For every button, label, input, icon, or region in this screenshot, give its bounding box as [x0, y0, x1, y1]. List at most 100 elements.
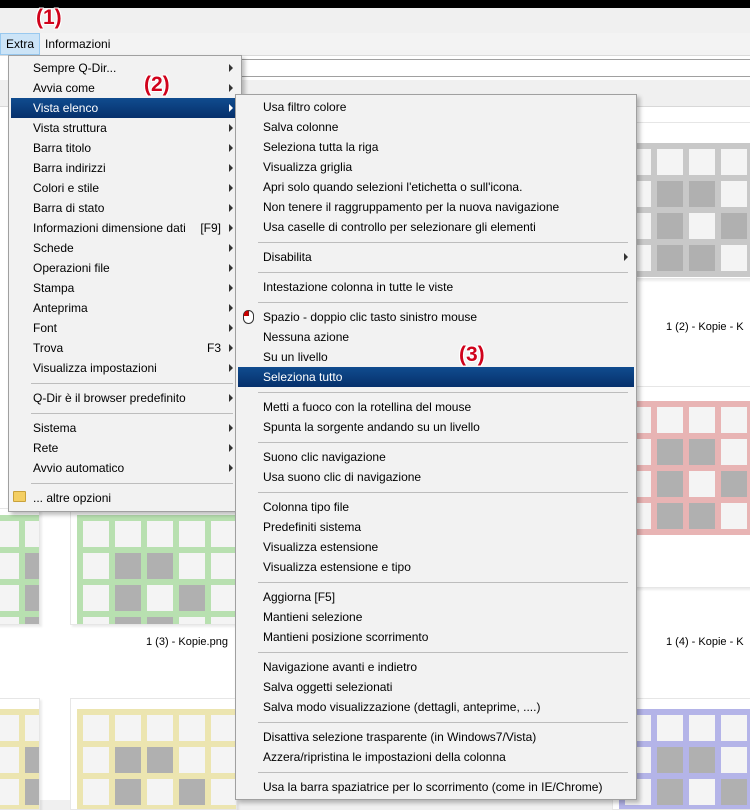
menu-item-label: Visualizza estensione — [263, 540, 379, 554]
menu-item-informazioni-dimensione-dati[interactable]: Informazioni dimensione dati [F9] — [11, 218, 239, 238]
menu-item-label: Spazio - doppio clic tasto sinistro mous… — [263, 310, 478, 324]
menu-item-salva-modo-visualizzazione-dettagli-ante[interactable]: Salva modo visualizzazione (dettagli, an… — [238, 697, 634, 717]
chevron-right-icon — [229, 264, 233, 272]
chevron-right-icon — [229, 184, 233, 192]
menu-informazioni-label: Informazioni — [45, 37, 111, 51]
menu-item-trova[interactable]: Trova F3 — [11, 338, 239, 358]
menu-item-predefiniti-sistema[interactable]: Predefiniti sistema — [238, 517, 634, 537]
menu-item-label: Mantieni selezione — [263, 610, 363, 624]
menu-item-intestazione-colonna-in-tutte-le-viste[interactable]: Intestazione colonna in tutte le viste — [238, 277, 634, 297]
menu-item-nessuna-azione[interactable]: Nessuna azione — [238, 327, 634, 347]
menu-extra-label: Extra — [6, 37, 35, 51]
menu-item-operazioni-file[interactable]: Operazioni file — [11, 258, 239, 278]
menu-item-colori-e-stile[interactable]: Colori e stile — [11, 178, 239, 198]
menu-item-label: Vista struttura — [33, 121, 107, 135]
menu-item-sistema[interactable]: Sistema — [11, 418, 239, 438]
menu-separator — [258, 442, 628, 443]
menu-item-label: Q-Dir è il browser predefinito — [33, 391, 186, 405]
menu-item-spazio-doppio-clic-tasto-sinistro-mouse[interactable]: Spazio - doppio clic tasto sinistro mous… — [238, 307, 634, 327]
menu-item-barra-di-stato[interactable]: Barra di stato — [11, 198, 239, 218]
menu-item-font[interactable]: Font — [11, 318, 239, 338]
chevron-right-icon — [229, 324, 233, 332]
menu-item-spunta-la-sorgente-andando-su-un-livello[interactable]: Spunta la sorgente andando su un livello — [238, 417, 634, 437]
chevron-right-icon — [229, 304, 233, 312]
menu-item-label: ... altre opzioni — [33, 491, 112, 505]
menu-item-visualizza-estensione[interactable]: Visualizza estensione — [238, 537, 634, 557]
image-thumbnail[interactable] — [70, 508, 237, 625]
menu-item-schede[interactable]: Schede — [11, 238, 239, 258]
menu-item-visualizza-griglia[interactable]: Visualizza griglia — [238, 157, 634, 177]
menu-separator — [258, 772, 628, 773]
menu-item-suono-clic-navigazione[interactable]: Suono clic navigazione — [238, 447, 634, 467]
menu-item-anteprima[interactable]: Anteprima — [11, 298, 239, 318]
menu-item-label: Predefiniti sistema — [263, 520, 362, 534]
menu-item-visualizza-estensione-e-tipo[interactable]: Visualizza estensione e tipo — [238, 557, 634, 577]
menu-item-sempre-q-dir[interactable]: Sempre Q-Dir... — [11, 58, 239, 78]
menu-item-label: Anteprima — [33, 301, 88, 315]
menu-item-label: Azzera/ripristina le impostazioni della … — [263, 750, 506, 764]
file-caption[interactable]: 1 (4) - Kopie - K — [666, 636, 744, 648]
menu-item-visualizza-impostazioni[interactable]: Visualizza impostazioni — [11, 358, 239, 378]
menu-item-avvia-come[interactable]: Avvia come — [11, 78, 239, 98]
menu-separator — [258, 492, 628, 493]
chevron-right-icon — [229, 394, 233, 402]
menu-item-non-tenere-il-raggruppamento-per-la-nuov[interactable]: Non tenere il raggruppamento per la nuov… — [238, 197, 634, 217]
image-thumbnail[interactable] — [0, 698, 40, 810]
menu-informazioni[interactable]: Informazioni — [40, 33, 115, 55]
menu-item-azzera-ripristina-le-impostazioni-della-[interactable]: Azzera/ripristina le impostazioni della … — [238, 747, 634, 767]
chevron-right-icon — [229, 104, 233, 112]
menu-item-q-dir-il-browser-predefinito[interactable]: Q-Dir è il browser predefinito — [11, 388, 239, 408]
menu-item-label: Visualizza griglia — [263, 160, 353, 174]
menu-item-rete[interactable]: Rete — [11, 438, 239, 458]
file-caption[interactable]: 1 (3) - Kopie.png — [146, 636, 228, 648]
image-thumbnail[interactable] — [70, 698, 237, 810]
menu-item-aggiorna-f5[interactable]: Aggiorna [F5] — [238, 587, 634, 607]
menu-item-altre-opzioni[interactable]: ... altre opzioni — [11, 488, 239, 508]
menu-item-label: Disabilita — [263, 250, 312, 264]
menu-item-label: Barra di stato — [33, 201, 105, 215]
image-thumbnail[interactable] — [0, 508, 40, 625]
chevron-right-icon — [229, 444, 233, 452]
menu-item-usa-caselle-di-controllo-per-selezionare[interactable]: Usa caselle di controllo per selezionare… — [238, 217, 634, 237]
menu-item-seleziona-tutta-la-riga[interactable]: Seleziona tutta la riga — [238, 137, 634, 157]
menu-item-vista-elenco[interactable]: Vista elenco — [11, 98, 239, 118]
menu-item-avvio-automatico[interactable]: Avvio automatico — [11, 458, 239, 478]
menu-item-label: Seleziona tutto — [263, 370, 343, 384]
chevron-right-icon — [229, 364, 233, 372]
menu-item-disabilita[interactable]: Disabilita — [238, 247, 634, 267]
chevron-right-icon — [229, 124, 233, 132]
menu-item-barra-indirizzi[interactable]: Barra indirizzi — [11, 158, 239, 178]
menu-item-mantieni-posizione-scorrimento[interactable]: Mantieni posizione scorrimento — [238, 627, 634, 647]
address-input[interactable] — [240, 59, 750, 77]
menu-item-label: Su un livello — [263, 350, 328, 364]
menu-item-salva-oggetti-selezionati[interactable]: Salva oggetti selezionati — [238, 677, 634, 697]
chevron-right-icon — [229, 464, 233, 472]
menu-item-mantieni-selezione[interactable]: Mantieni selezione — [238, 607, 634, 627]
menu-extra[interactable]: Extra — [0, 33, 41, 55]
menu-item-label: Barra titolo — [33, 141, 92, 155]
menu-item-su-un-livello[interactable]: Su un livello — [238, 347, 634, 367]
window-top-edge — [0, 0, 750, 8]
annotation-marker: (3) — [459, 343, 485, 366]
menu-item-salva-colonne[interactable]: Salva colonne — [238, 117, 634, 137]
menu-item-metti-a-fuoco-con-la-rotellina-del-mouse[interactable]: Metti a fuoco con la rotellina del mouse — [238, 397, 634, 417]
menu-item-usa-filtro-colore[interactable]: Usa filtro colore — [238, 97, 634, 117]
file-caption[interactable]: 1 (2) - Kopie - K — [666, 321, 744, 333]
menu-item-label: Visualizza impostazioni — [33, 361, 157, 375]
menu-item-barra-titolo[interactable]: Barra titolo — [11, 138, 239, 158]
menu-item-stampa[interactable]: Stampa — [11, 278, 239, 298]
menu-item-apri-solo-quando-selezioni-l-etichetta-o[interactable]: Apri solo quando selezioni l'etichetta o… — [238, 177, 634, 197]
menu-item-seleziona-tutto[interactable]: Seleziona tutto — [238, 367, 634, 387]
menu-item-disattiva-selezione-trasparente-in-windo[interactable]: Disattiva selezione trasparente (in Wind… — [238, 727, 634, 747]
menu-item-vista-struttura[interactable]: Vista struttura — [11, 118, 239, 138]
menu-separator — [258, 652, 628, 653]
menu-item-colonna-tipo-file[interactable]: Colonna tipo file — [238, 497, 634, 517]
menu-item-usa-la-barra-spaziatrice-per-lo-scorrime[interactable]: Usa la barra spaziatrice per lo scorrime… — [238, 777, 634, 797]
menu-separator — [258, 722, 628, 723]
menu-item-usa-suono-clic-di-navigazione[interactable]: Usa suono clic di navigazione — [238, 467, 634, 487]
menu-item-label: Aggiorna [F5] — [263, 590, 336, 604]
menu-item-label: Barra indirizzi — [33, 161, 106, 175]
folder-icon — [13, 491, 26, 502]
chevron-right-icon — [229, 204, 233, 212]
menu-item-navigazione-avanti-e-indietro[interactable]: Navigazione avanti e indietro — [238, 657, 634, 677]
